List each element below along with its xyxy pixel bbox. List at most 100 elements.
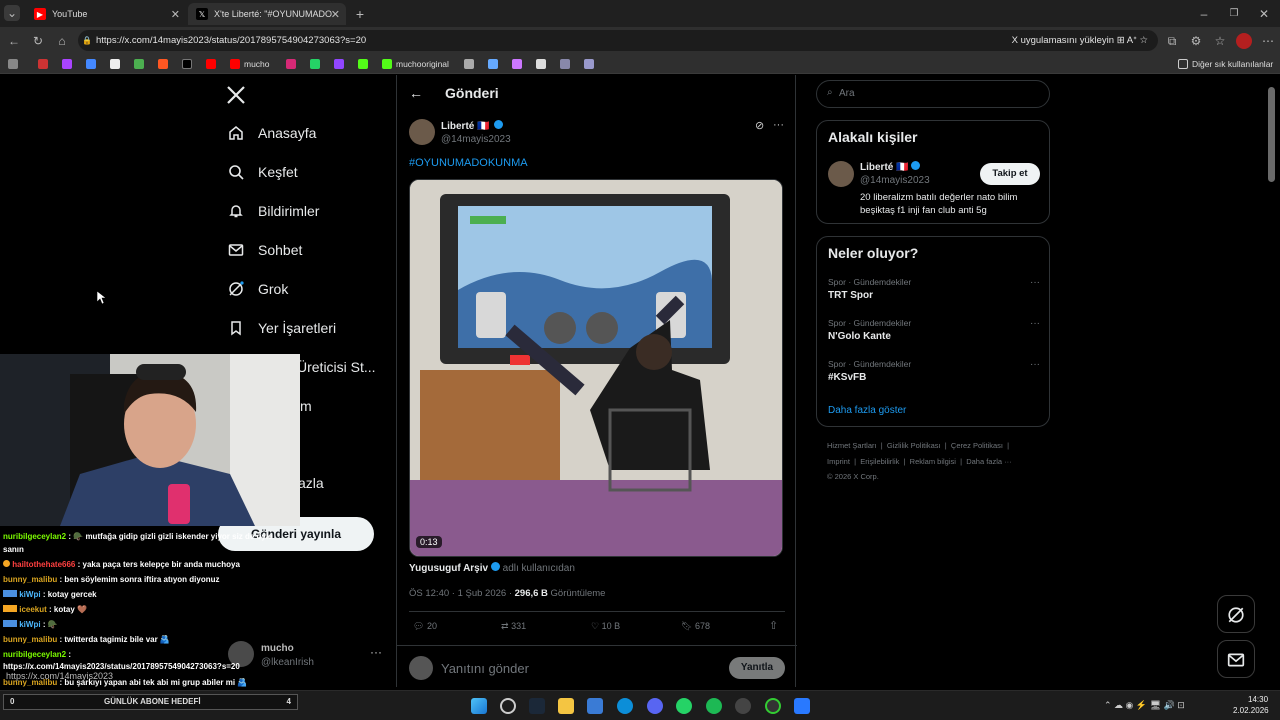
more-menu-icon[interactable]: ⋯ <box>1260 33 1276 49</box>
extensions-icon[interactable]: ⧉ <box>1164 33 1180 49</box>
bookmark-whatsapp-icon[interactable] <box>310 57 324 71</box>
more-icon[interactable]: ··· <box>370 645 382 659</box>
nav-explore[interactable]: Keşfet <box>228 160 298 184</box>
read-aloud-icon[interactable]: Aᐩ <box>1127 35 1140 46</box>
minimize-button[interactable]: – <box>1196 6 1212 22</box>
bookmark-icon-3[interactable] <box>62 57 76 71</box>
more-icon[interactable]: ··· <box>773 119 784 131</box>
author-avatar[interactable] <box>409 119 435 145</box>
nav-premium[interactable]: m <box>300 394 312 418</box>
messages-floating-button[interactable] <box>1217 640 1255 678</box>
url-input[interactable]: 🔒 https://x.com/14mayis2023/status/20178… <box>78 30 1158 51</box>
favorites-icon[interactable]: ☆ <box>1212 33 1228 49</box>
system-tray[interactable]: ⌃ ☁ ◉ ⚡ 🖥 🔊 ⊡ <box>1104 700 1185 711</box>
bookmark-icon-1[interactable] <box>8 57 22 71</box>
video-source[interactable]: Yugusuguf Arşiv adlı kullanıcıdan <box>409 562 575 574</box>
reply-action[interactable]: 💬︎ 20 <box>413 621 437 632</box>
author-handle[interactable]: @14mayis2023 <box>441 134 511 145</box>
maximize-button[interactable]: ❐ <box>1226 6 1242 22</box>
reply-input[interactable]: Yanıtını gönder <box>441 661 529 676</box>
bookmark-icon-4[interactable] <box>86 57 100 71</box>
app-icon[interactable] <box>765 698 781 714</box>
bookmark-icon-7[interactable] <box>158 57 172 71</box>
nav-notifications[interactable]: Bildirimler <box>228 199 319 223</box>
nav-more[interactable]: azla <box>298 471 324 495</box>
back-icon[interactable]: ← <box>6 33 22 49</box>
bookmark-icon-11[interactable] <box>512 57 526 71</box>
clock-time[interactable]: 14:30 <box>1248 695 1268 704</box>
person-avatar[interactable] <box>828 161 854 187</box>
discord-icon[interactable] <box>647 698 663 714</box>
close-tab-icon[interactable]: ✕ <box>331 8 340 21</box>
collections-icon[interactable]: ⚙ <box>1188 33 1204 49</box>
bookmark-icon-9[interactable] <box>464 57 478 71</box>
nav-grok[interactable]: Grok <box>228 277 288 301</box>
bookmark-muchooriginal[interactable]: muchooriginal <box>382 57 449 71</box>
settings-icon[interactable] <box>794 698 810 714</box>
post-hashtag[interactable]: #OYUNUMADOKUNMA <box>409 157 528 169</box>
bookmark-icon-6[interactable] <box>134 57 148 71</box>
search-icon[interactable] <box>500 698 516 714</box>
edge-icon[interactable] <box>617 698 633 714</box>
clock-date[interactable]: 2.02.2026 <box>1233 706 1269 715</box>
share-icon[interactable]: ⇧ <box>769 619 778 632</box>
refresh-icon[interactable]: ↻ <box>30 33 46 49</box>
author-name[interactable]: Liberté 🇫🇷 <box>441 120 504 132</box>
favorite-star-icon[interactable]: ☆ <box>1139 35 1148 46</box>
repost-action[interactable]: ⇄ 331 <box>501 621 526 632</box>
store-icon[interactable] <box>587 698 603 714</box>
tab-youtube[interactable]: ▶ YouTube ✕ <box>26 3 186 25</box>
bookmark-icon-5[interactable] <box>110 57 124 71</box>
spotify-icon[interactable] <box>706 698 722 714</box>
file-explorer-icon[interactable] <box>558 698 574 714</box>
scrollbar[interactable] <box>1268 87 1275 182</box>
bookmark-youtube-icon[interactable] <box>206 57 220 71</box>
nav-home[interactable]: Anasayfa <box>228 121 316 145</box>
tab-list-button[interactable]: ⌄ <box>4 5 20 21</box>
bookmark-mucho[interactable]: mucho <box>230 57 270 71</box>
footer-links[interactable]: Imprint | Erişilebilirlik | Reklam bilgi… <box>827 457 1012 466</box>
more-icon[interactable]: ··· <box>1030 318 1040 329</box>
reply-button[interactable]: Yanıtla <box>729 657 785 679</box>
nav-bookmarks[interactable]: Yer İşaretleri <box>228 316 336 340</box>
person-name[interactable]: Liberté 🇫🇷 <box>860 161 921 173</box>
nav-chat[interactable]: Sohbet <box>228 238 302 262</box>
close-tab-icon[interactable]: ✕ <box>171 8 180 21</box>
footer-links[interactable]: Hizmet Şartları | Gizlilik Politikası | … <box>827 441 1009 450</box>
grok-floating-button[interactable] <box>1217 595 1255 633</box>
nav-creator-studio[interactable]: Üreticisi St... <box>297 355 376 379</box>
bookmark-icon-14[interactable] <box>584 57 598 71</box>
grok-icon[interactable]: ⊘ <box>755 119 764 132</box>
bookmark-icon-13[interactable] <box>560 57 574 71</box>
install-app-prompt[interactable]: X uygulamasını yükleyin ⊞ Aᐩ ☆ <box>1012 30 1148 51</box>
close-window-button[interactable]: ✕ <box>1256 6 1272 22</box>
trend-item[interactable]: Spor · Gündemdekiler N'Golo Kante ··· <box>828 318 1040 342</box>
profile-avatar[interactable] <box>1236 33 1252 49</box>
trend-item[interactable]: Spor · Gündemdekiler TRT Spor ··· <box>828 277 1040 301</box>
post-video[interactable]: 0:13 <box>409 179 783 557</box>
bookmark-icon-8[interactable] <box>358 57 372 71</box>
bookmark-icon-12[interactable] <box>536 57 550 71</box>
other-bookmarks[interactable]: Diğer sık kullanılanlar <box>1178 57 1273 71</box>
steam-icon[interactable] <box>529 698 545 714</box>
whatsapp-icon[interactable] <box>676 698 692 714</box>
bookmark-icon-10[interactable] <box>488 57 502 71</box>
bookmark-twitch-icon[interactable] <box>334 57 348 71</box>
obs-icon[interactable] <box>735 698 751 714</box>
bookmark-icon-2[interactable] <box>38 57 52 71</box>
bookmark-action[interactable]: 🔖︎ 678 <box>681 621 710 632</box>
trend-item[interactable]: Spor · Gündemdekiler #KSvFB ··· <box>828 359 1040 383</box>
more-icon[interactable]: ··· <box>1030 359 1040 370</box>
new-tab-button[interactable]: + <box>352 6 368 22</box>
search-input[interactable]: ⌕ Ara <box>816 80 1050 108</box>
follow-button[interactable]: Takip et <box>980 163 1040 185</box>
back-arrow-icon[interactable]: ← <box>409 85 423 101</box>
start-icon[interactable] <box>471 698 487 714</box>
bookmark-instagram-icon[interactable] <box>286 57 300 71</box>
like-action[interactable]: ♡ 10 B <box>591 621 620 632</box>
bookmark-x-icon[interactable] <box>182 57 196 71</box>
show-more-link[interactable]: Daha fazla göster <box>828 405 906 416</box>
more-icon[interactable]: ··· <box>1030 277 1040 288</box>
home-icon[interactable]: ⌂ <box>54 33 70 49</box>
x-logo-icon[interactable] <box>226 85 246 105</box>
